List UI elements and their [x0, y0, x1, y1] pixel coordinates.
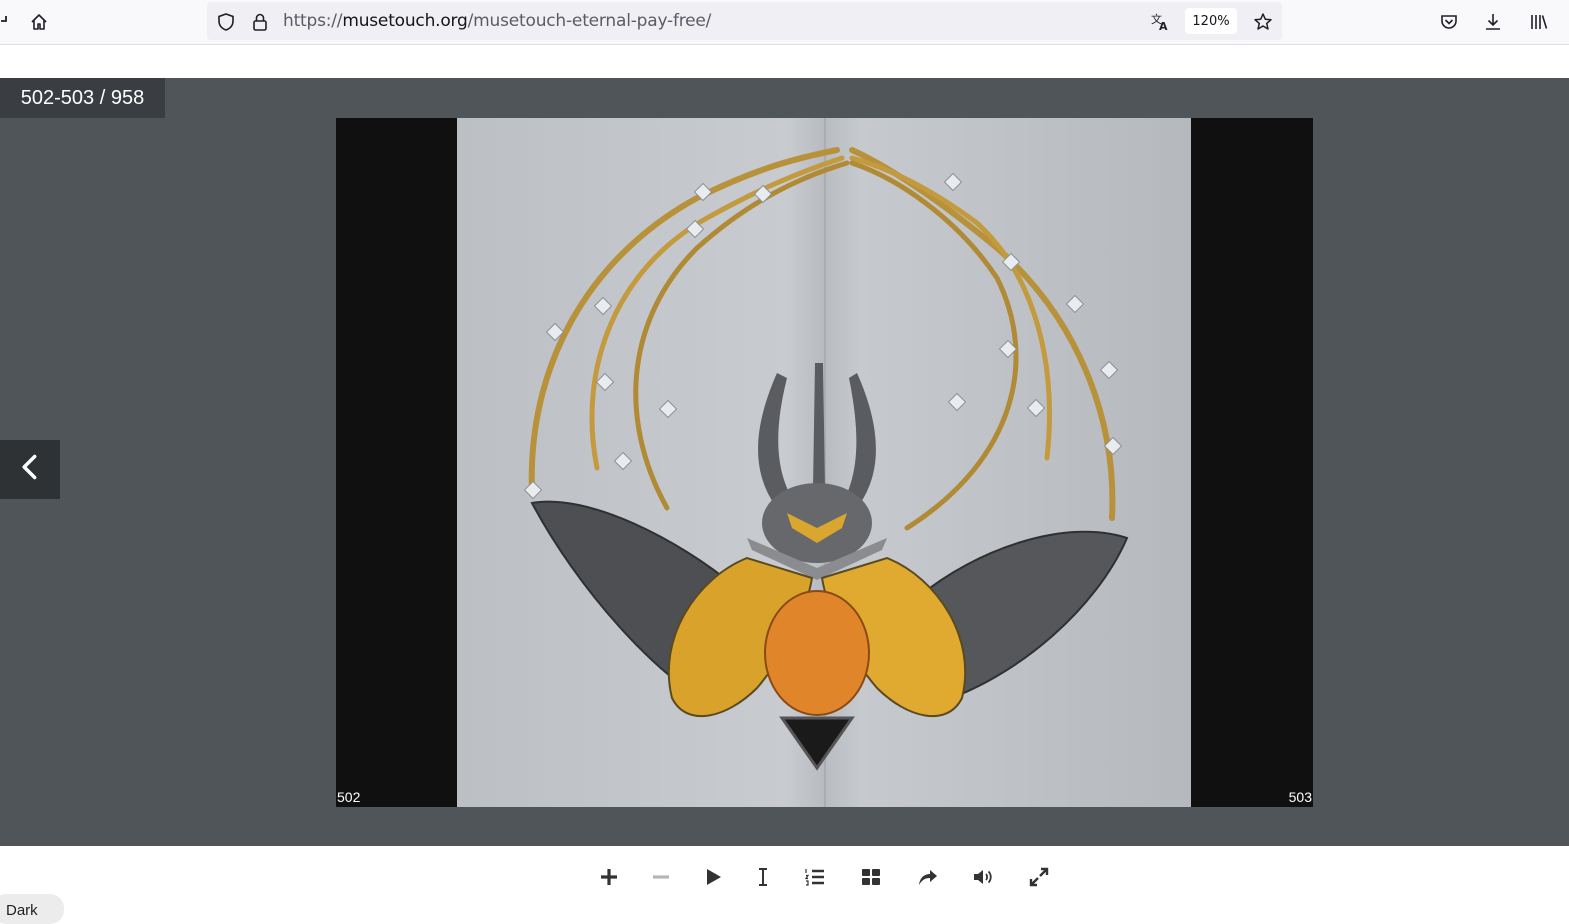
share-arrow-icon [919, 870, 937, 885]
pocket-icon[interactable] [1435, 8, 1463, 36]
page-counter: 502-503 / 958 [0, 78, 165, 118]
text-cursor-icon [759, 868, 767, 886]
grid-icon [862, 869, 880, 885]
plus-icon [601, 869, 617, 885]
zoom-in-button[interactable] [594, 862, 624, 892]
lock-icon[interactable] [246, 8, 274, 36]
url-prefix: https:// [283, 11, 343, 31]
browser-toolbar: https://musetouch.org/musetouch-eternal-… [0, 0, 1569, 45]
url-host: musetouch.org [342, 11, 468, 31]
flipbook-spread[interactable]: 502 503 [336, 118, 1313, 807]
tracking-protection-shield-icon[interactable] [212, 8, 240, 36]
volume-icon [974, 870, 992, 884]
dark-mode-toggle[interactable]: Dark [0, 894, 64, 924]
svg-text:A: A [1159, 20, 1168, 32]
zoom-level-button[interactable]: 120% [1185, 8, 1237, 34]
autoplay-button[interactable] [698, 862, 728, 892]
previous-page-button[interactable] [0, 440, 60, 499]
bookmark-star-icon[interactable] [1249, 8, 1277, 36]
fullscreen-button[interactable] [1024, 862, 1054, 892]
zoom-out-button[interactable] [646, 862, 676, 892]
library-icon[interactable] [1525, 8, 1553, 36]
table-of-contents-button[interactable] [800, 862, 830, 892]
share-button[interactable] [912, 862, 942, 892]
expand-icon [1029, 867, 1049, 887]
url-path: /musetouch-eternal-pay-free/ [467, 11, 712, 31]
sound-button[interactable] [968, 862, 998, 892]
left-page-number: 502 [337, 789, 361, 805]
minus-icon [653, 875, 669, 879]
right-page-number: 503 [1288, 789, 1312, 805]
translate-icon[interactable]: 文A [1146, 8, 1174, 36]
home-icon[interactable] [25, 8, 53, 36]
url-text[interactable]: https://musetouch.org/musetouch-eternal-… [283, 11, 711, 31]
downloads-icon[interactable] [1479, 8, 1507, 36]
numbered-list-icon [804, 869, 824, 886]
play-icon [707, 869, 721, 885]
thumbnails-button[interactable] [856, 862, 886, 892]
beetle-necklace-photo [457, 118, 1191, 807]
viewer-controls [0, 846, 1569, 912]
reload-icon[interactable] [0, 8, 14, 36]
text-select-button[interactable] [748, 862, 778, 892]
chevron-left-icon [16, 453, 44, 486]
